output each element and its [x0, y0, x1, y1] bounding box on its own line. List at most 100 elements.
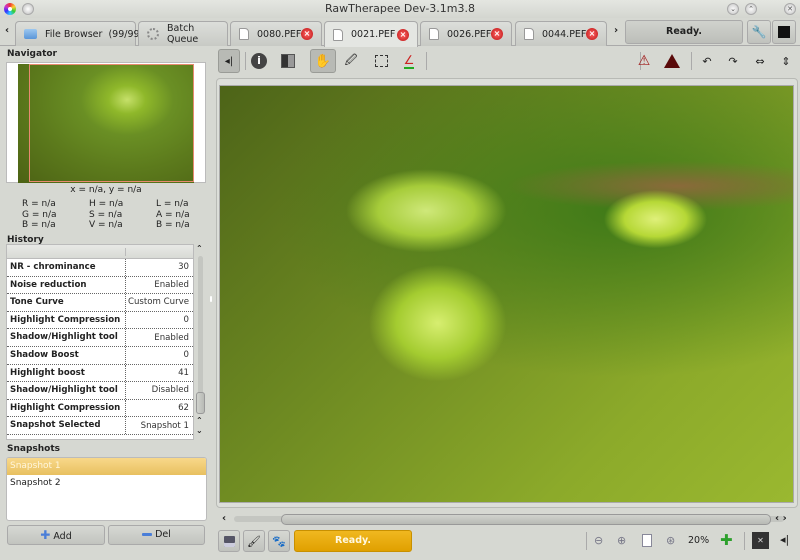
history-item-value: 0	[183, 315, 189, 326]
history-item-name: Shadow/Highlight tool	[7, 329, 126, 346]
close-window-button[interactable]: ✕	[784, 3, 796, 15]
preferences-button[interactable]: 🔧	[747, 20, 771, 44]
minimize-button[interactable]: ⌄	[727, 3, 739, 15]
processing-status: Ready.	[294, 530, 412, 552]
navigator-coords: x = n/a, y = n/a	[70, 185, 142, 195]
straighten-tool-button[interactable]: ∠	[398, 49, 420, 73]
history-item-name: NR - chrominance	[7, 259, 126, 276]
history-item-value: 0	[183, 350, 189, 361]
save-icon	[223, 535, 235, 547]
delete-snapshot-button[interactable]: Del	[108, 525, 205, 545]
tab-0026-pef[interactable]: 0026.PEF ×	[420, 21, 512, 46]
zoom-fit-button[interactable]	[642, 534, 652, 550]
document-icon	[333, 28, 343, 41]
tab-0021-pef[interactable]: 0021.PEF ×	[324, 21, 418, 47]
scroll-up-icon[interactable]: ⌃	[196, 244, 203, 253]
nav-h-value: H = n/a	[89, 199, 124, 209]
tab-scroll-right-button[interactable]: ›	[614, 25, 618, 36]
history-item-name: Shadow Boost	[7, 346, 126, 364]
history-item-value: Disabled	[151, 385, 189, 396]
crop-icon	[374, 55, 388, 67]
history-scrollbar[interactable]: ⌃ ⌃ ⌄	[195, 244, 206, 440]
color-picker-button[interactable]: 🖉	[340, 49, 362, 73]
hide-left-panel-icon: ◂|	[224, 55, 234, 67]
before-after-icon	[281, 54, 295, 68]
history-row[interactable]: Snapshot Selected Snapshot 1	[7, 417, 193, 435]
scroll-left-icon[interactable]: ‹	[222, 513, 226, 524]
brush-icon: 🖌	[247, 534, 261, 548]
hide-right-panel-button[interactable]: ◂|	[780, 533, 789, 546]
warning-filled-icon	[664, 54, 680, 68]
tab-file-browser[interactable]: File Browser (99/99)	[15, 21, 143, 46]
hand-tool-button[interactable]: ✋	[310, 49, 336, 73]
snapshots-list[interactable]: Snapshot 1 Snapshot 2	[6, 457, 207, 521]
fit-icon	[642, 534, 652, 547]
history-item-value: Enabled	[154, 279, 189, 290]
flip-vertical-button[interactable]: ⇕	[775, 49, 797, 73]
before-after-button[interactable]	[277, 49, 299, 73]
hscroll-thumb[interactable]	[281, 514, 771, 525]
history-row[interactable]: Shadow Boost 0	[7, 346, 193, 365]
tab-scroll-left-button[interactable]: ‹	[5, 25, 9, 36]
fullscreen-button[interactable]	[772, 20, 796, 44]
tab-0080-pef[interactable]: 0080.PEF ×	[230, 21, 322, 46]
send-to-editor-button[interactable]: 🐾	[268, 530, 290, 552]
plus-icon: ✚	[720, 531, 733, 549]
crop-tool-button[interactable]	[370, 49, 392, 73]
close-tab-icon[interactable]: ×	[301, 28, 313, 40]
close-tab-icon[interactable]: ×	[397, 28, 409, 41]
close-tab-icon[interactable]: ×	[586, 28, 598, 40]
add-label: Add	[53, 531, 72, 542]
navigator-preview[interactable]	[6, 62, 206, 183]
fullscreen-preview-button[interactable]: ✕	[752, 532, 769, 549]
nav-b-value: B = n/a	[22, 220, 56, 230]
snapshot-item[interactable]: Snapshot 1	[7, 458, 206, 475]
image-viewer[interactable]	[219, 85, 794, 503]
history-row[interactable]: Highlight boost 41	[7, 364, 193, 383]
clipped-highlights-button[interactable]: ⚠	[633, 49, 655, 73]
del-label: Del	[155, 529, 171, 540]
horizontal-scrollbar[interactable]: ‹	[219, 513, 794, 527]
history-row[interactable]: Noise reduction Enabled	[7, 276, 193, 295]
tab-0044-pef[interactable]: 0044.PEF ×	[515, 21, 607, 46]
queue-button[interactable]: 🖌	[243, 530, 265, 552]
scroll-track[interactable]	[198, 256, 203, 404]
document-icon	[429, 28, 439, 40]
scroll-thumb[interactable]	[196, 392, 205, 414]
history-row[interactable]: Shadow/Highlight tool Disabled	[7, 382, 193, 400]
rotate-left-button[interactable]: ↶	[696, 49, 718, 73]
tab-label: 0080.PEF	[257, 28, 302, 40]
add-snapshot-button[interactable]: ✚ Add	[7, 525, 105, 545]
photo-preview[interactable]	[220, 86, 793, 502]
zoom-out-button[interactable]: ⊖	[594, 534, 603, 547]
snapshot-item[interactable]: Snapshot 2	[7, 475, 206, 492]
tab-batch-queue[interactable]: Batch Queue	[138, 21, 228, 46]
navigator-viewport-rect[interactable]	[29, 64, 194, 182]
clipped-shadows-button[interactable]	[661, 49, 683, 73]
history-row[interactable]: Tone Curve Custom Curve	[7, 294, 193, 312]
maximize-button[interactable]: ⌃	[745, 3, 757, 15]
info-button[interactable]: i	[248, 49, 270, 73]
panel-resize-handle[interactable]	[210, 296, 212, 302]
fullscreen-icon	[778, 26, 790, 38]
flip-horizontal-button[interactable]: ⇔	[749, 49, 771, 73]
zoom-in-button[interactable]: ⊕	[617, 534, 626, 547]
hide-left-panel-button[interactable]: ◂|	[218, 49, 240, 73]
history-row[interactable]: Shadow/Highlight tool Enabled	[7, 329, 193, 347]
save-button[interactable]	[218, 530, 240, 552]
close-tab-icon[interactable]: ×	[491, 28, 503, 40]
history-header	[7, 245, 193, 259]
history-row[interactable]: NR - chrominance 30	[7, 259, 193, 277]
history-row[interactable]: Highlight Compression 0	[7, 311, 193, 330]
new-detail-window-button[interactable]: ✚	[720, 531, 733, 549]
scroll-left-end-icon[interactable]: ‹ ›	[775, 513, 787, 524]
history-list[interactable]: NR - chrominance 30 Noise reduction Enabled…	[6, 244, 194, 440]
shrink-icon: ✕	[757, 536, 764, 545]
rotate-right-button[interactable]: ↷	[722, 49, 744, 73]
zoom-100-button[interactable]: ⊛	[666, 534, 675, 547]
history-row[interactable]: Highlight Compression 62	[7, 399, 193, 418]
scroll-down-icon[interactable]: ⌄	[196, 426, 203, 435]
history-item-value: Custom Curve	[127, 297, 189, 308]
scroll-up-small-icon[interactable]: ⌃	[196, 416, 203, 425]
tab-bar: ‹ File Browser (99/99) Batch Queue 0080.…	[0, 18, 800, 47]
